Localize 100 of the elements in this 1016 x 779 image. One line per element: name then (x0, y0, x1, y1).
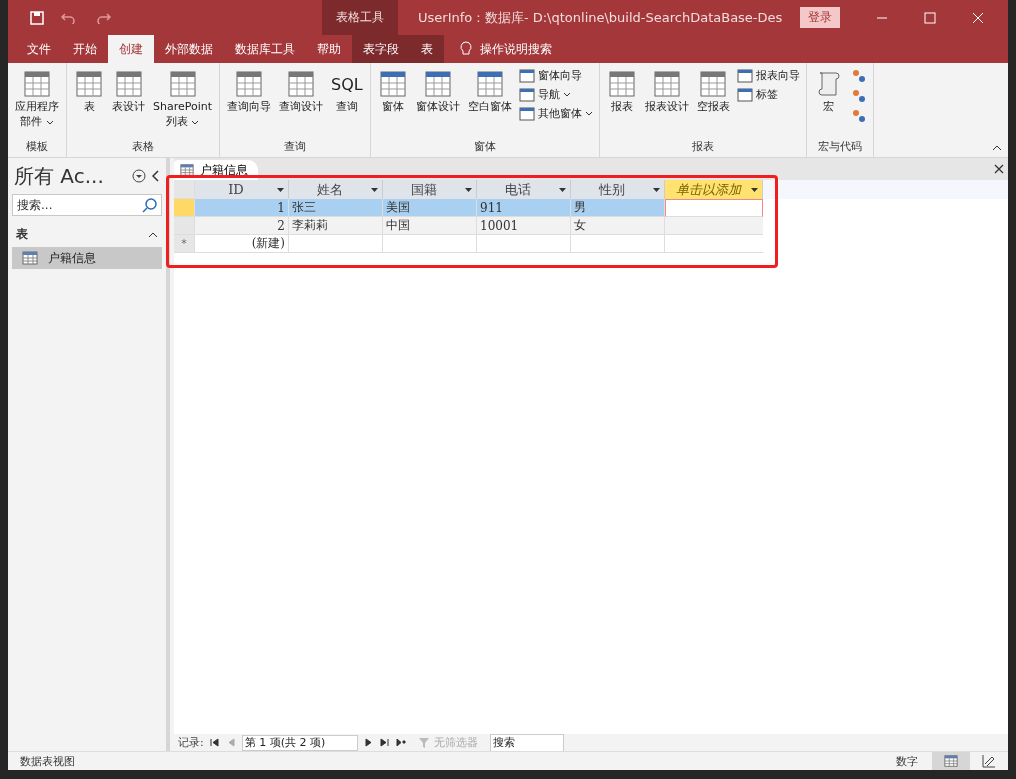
dropdown-arrow-icon (371, 187, 378, 192)
form-icon (518, 106, 535, 121)
table-icon (74, 69, 104, 99)
num-lock-indicator: 数字 (896, 753, 918, 769)
ribbon-button[interactable]: 窗体 (374, 67, 411, 116)
menu-tab[interactable]: 开始 (62, 35, 108, 63)
table-icon (113, 69, 144, 99)
menu-tab[interactable]: 表 (410, 35, 444, 63)
table-icon (377, 69, 408, 99)
ribbon-button[interactable]: 表 (71, 67, 107, 116)
ribbon-group-label: 模板 (25, 139, 49, 155)
row-selector[interactable]: * (174, 235, 195, 253)
column-header[interactable]: ID (195, 180, 289, 199)
record-label: 记录: (178, 735, 204, 750)
table-icon (286, 69, 317, 99)
next-record-icon[interactable] (363, 738, 374, 747)
grid-icon (944, 754, 958, 768)
ribbon-button[interactable]: 导航 (516, 86, 595, 103)
table-icon (180, 163, 194, 177)
ribbon-button[interactable]: 标签 (734, 86, 802, 103)
ribbon-group-label: 查询 (282, 139, 307, 155)
dropdown-arrow-icon (559, 187, 566, 192)
close-icon[interactable] (994, 164, 1004, 174)
form-icon (518, 87, 535, 102)
ribbon-button[interactable]: 报表向导 (734, 67, 802, 84)
menu-tab[interactable]: 创建 (108, 35, 154, 63)
column-header[interactable]: 性别 (571, 180, 665, 199)
active-cell[interactable] (665, 199, 763, 217)
funnel-icon (417, 736, 432, 749)
context-tab-label: 表格工具 (322, 0, 398, 35)
redo-icon[interactable] (96, 11, 112, 24)
dropdown-circle-icon[interactable] (132, 169, 146, 183)
dropdown-arrow-icon (465, 187, 472, 192)
nav-section-header[interactable]: 表 (12, 224, 162, 245)
menu-tab[interactable]: 文件 (16, 35, 62, 63)
window-title: UserInfo : 数据库- D:\qtonline\build-SearchDataBase-Des (418, 8, 783, 27)
table-icon (651, 69, 682, 99)
search-icon[interactable] (142, 197, 158, 213)
ribbon-group-label: 报表 (690, 139, 715, 155)
ribbon-button[interactable]: SQL 查询 (328, 67, 366, 116)
menu-tab[interactable]: 帮助 (306, 35, 352, 63)
form-icon (736, 87, 753, 102)
table-icon (606, 69, 637, 99)
ribbon-button[interactable]: 报表 (603, 67, 640, 116)
ribbon-button[interactable]: 宏 (810, 67, 847, 116)
ruler-pencil-icon (982, 754, 996, 768)
datasheet-view-button[interactable] (932, 752, 970, 770)
view-label: 数据表视图 (20, 753, 76, 769)
ribbon-button[interactable]: 查询向导 (224, 67, 275, 116)
ribbon-group-label: 表格 (131, 139, 156, 155)
menu-tab[interactable]: 外部数据 (154, 35, 224, 63)
ribbon-group-label: 宏与代码 (816, 139, 863, 155)
ribbon-button[interactable]: 空报表 (693, 67, 733, 116)
menu-tab[interactable]: 表字段 (352, 35, 410, 63)
module-icon (850, 88, 867, 104)
nav-item[interactable]: 户籍信息 (12, 247, 162, 269)
column-header[interactable]: 电话 (477, 180, 571, 199)
table-icon (22, 250, 38, 266)
ribbon-button[interactable]: 表设计 (109, 67, 148, 116)
table-icon (167, 69, 198, 99)
chevron-icon (148, 231, 158, 238)
table-icon (234, 69, 265, 99)
undo-icon[interactable] (60, 11, 76, 24)
first-record-icon[interactable] (209, 738, 220, 747)
column-header[interactable]: 国籍 (383, 180, 477, 199)
table-icon (22, 69, 52, 99)
dropdown-arrow-icon (653, 187, 660, 192)
module-icon (850, 68, 867, 84)
save-icon[interactable] (30, 10, 44, 25)
maximize-icon[interactable] (924, 11, 937, 24)
login-button[interactable]: 登录 (800, 7, 841, 28)
new-record-icon[interactable] (395, 738, 406, 747)
ribbon-button[interactable]: 应用程序 部件 (12, 67, 62, 131)
table-icon (422, 69, 453, 99)
ribbon-button[interactable]: 空白窗体 (464, 67, 515, 116)
form-icon (518, 68, 535, 83)
module-icon (850, 108, 867, 124)
dropdown-arrow-icon (277, 187, 284, 192)
table-icon (474, 69, 505, 99)
last-record-icon[interactable] (379, 738, 390, 747)
document-tab[interactable]: 户籍信息 (174, 160, 258, 180)
ribbon-button[interactable]: 查询设计 (276, 67, 327, 116)
ribbon-button[interactable]: 窗体向导 (516, 67, 595, 84)
column-header[interactable]: 姓名 (289, 180, 383, 199)
search-field[interactable]: 搜索... (12, 194, 162, 216)
tell-me-search[interactable]: 操作说明搜索 (454, 35, 558, 63)
ribbon-button[interactable]: 其他窗体 (516, 105, 595, 122)
lightbulb-icon (460, 41, 472, 57)
column-header[interactable]: 单击以添加 (665, 180, 763, 199)
nav-pane-title: 所有 Ac... (14, 162, 105, 190)
table-cell: (新建) (195, 235, 289, 253)
collapse-ribbon-icon[interactable] (992, 145, 1002, 151)
record-position-field[interactable]: 第 1 项(共 2 项) (241, 734, 358, 751)
ribbon-button[interactable]: 窗体设计 (412, 67, 463, 116)
ribbon-group-label: 窗体 (472, 139, 497, 155)
menu-tab[interactable]: 数据库工具 (224, 35, 306, 63)
collapse-chevron-icon[interactable] (152, 170, 160, 182)
ribbon-button[interactable]: 报表设计 (641, 67, 692, 116)
table-icon (698, 69, 729, 99)
ribbon-button[interactable]: SharePoint 列表 (150, 67, 216, 131)
